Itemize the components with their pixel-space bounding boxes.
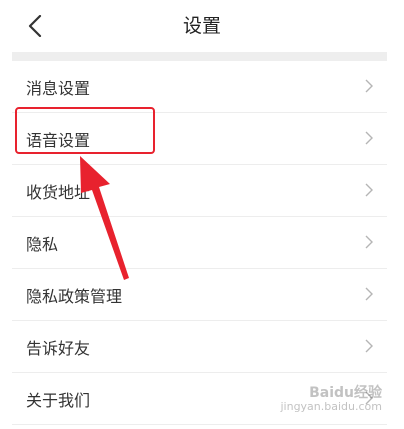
settings-list: 消息设置 语音设置 收货地址 隐私 隐私政策管理 告诉好友 关于我们	[12, 61, 387, 425]
settings-item-label: 收货地址	[26, 182, 91, 202]
settings-item-privacy-policy[interactable]: 隐私政策管理	[12, 269, 387, 321]
settings-item-label: 隐私	[26, 234, 59, 254]
page-title: 设置	[182, 15, 221, 37]
section-divider	[12, 52, 387, 61]
chevron-right-icon	[365, 339, 373, 353]
watermark: Baidu经验 jingyan.baidu.com	[280, 385, 382, 413]
chevron-right-icon	[365, 287, 373, 301]
settings-item-address[interactable]: 收货地址	[12, 165, 387, 217]
watermark-url: jingyan.baidu.com	[280, 400, 382, 413]
settings-item-privacy[interactable]: 隐私	[12, 217, 387, 269]
navigation-bar: 设置	[0, 0, 404, 52]
settings-item-share[interactable]: 告诉好友	[12, 321, 387, 373]
watermark-brand: Baidu经验	[309, 385, 382, 401]
settings-item-label: 关于我们	[26, 390, 91, 410]
settings-item-message[interactable]: 消息设置	[12, 61, 387, 113]
settings-item-label: 语音设置	[26, 130, 91, 150]
chevron-right-icon	[365, 183, 373, 197]
settings-item-label: 隐私政策管理	[26, 286, 123, 306]
chevron-right-icon	[365, 131, 373, 145]
chevron-right-icon	[365, 235, 373, 249]
settings-item-label: 消息设置	[26, 78, 91, 98]
chevron-right-icon	[365, 79, 373, 93]
settings-item-label: 告诉好友	[26, 338, 91, 358]
settings-item-voice[interactable]: 语音设置	[12, 113, 387, 165]
